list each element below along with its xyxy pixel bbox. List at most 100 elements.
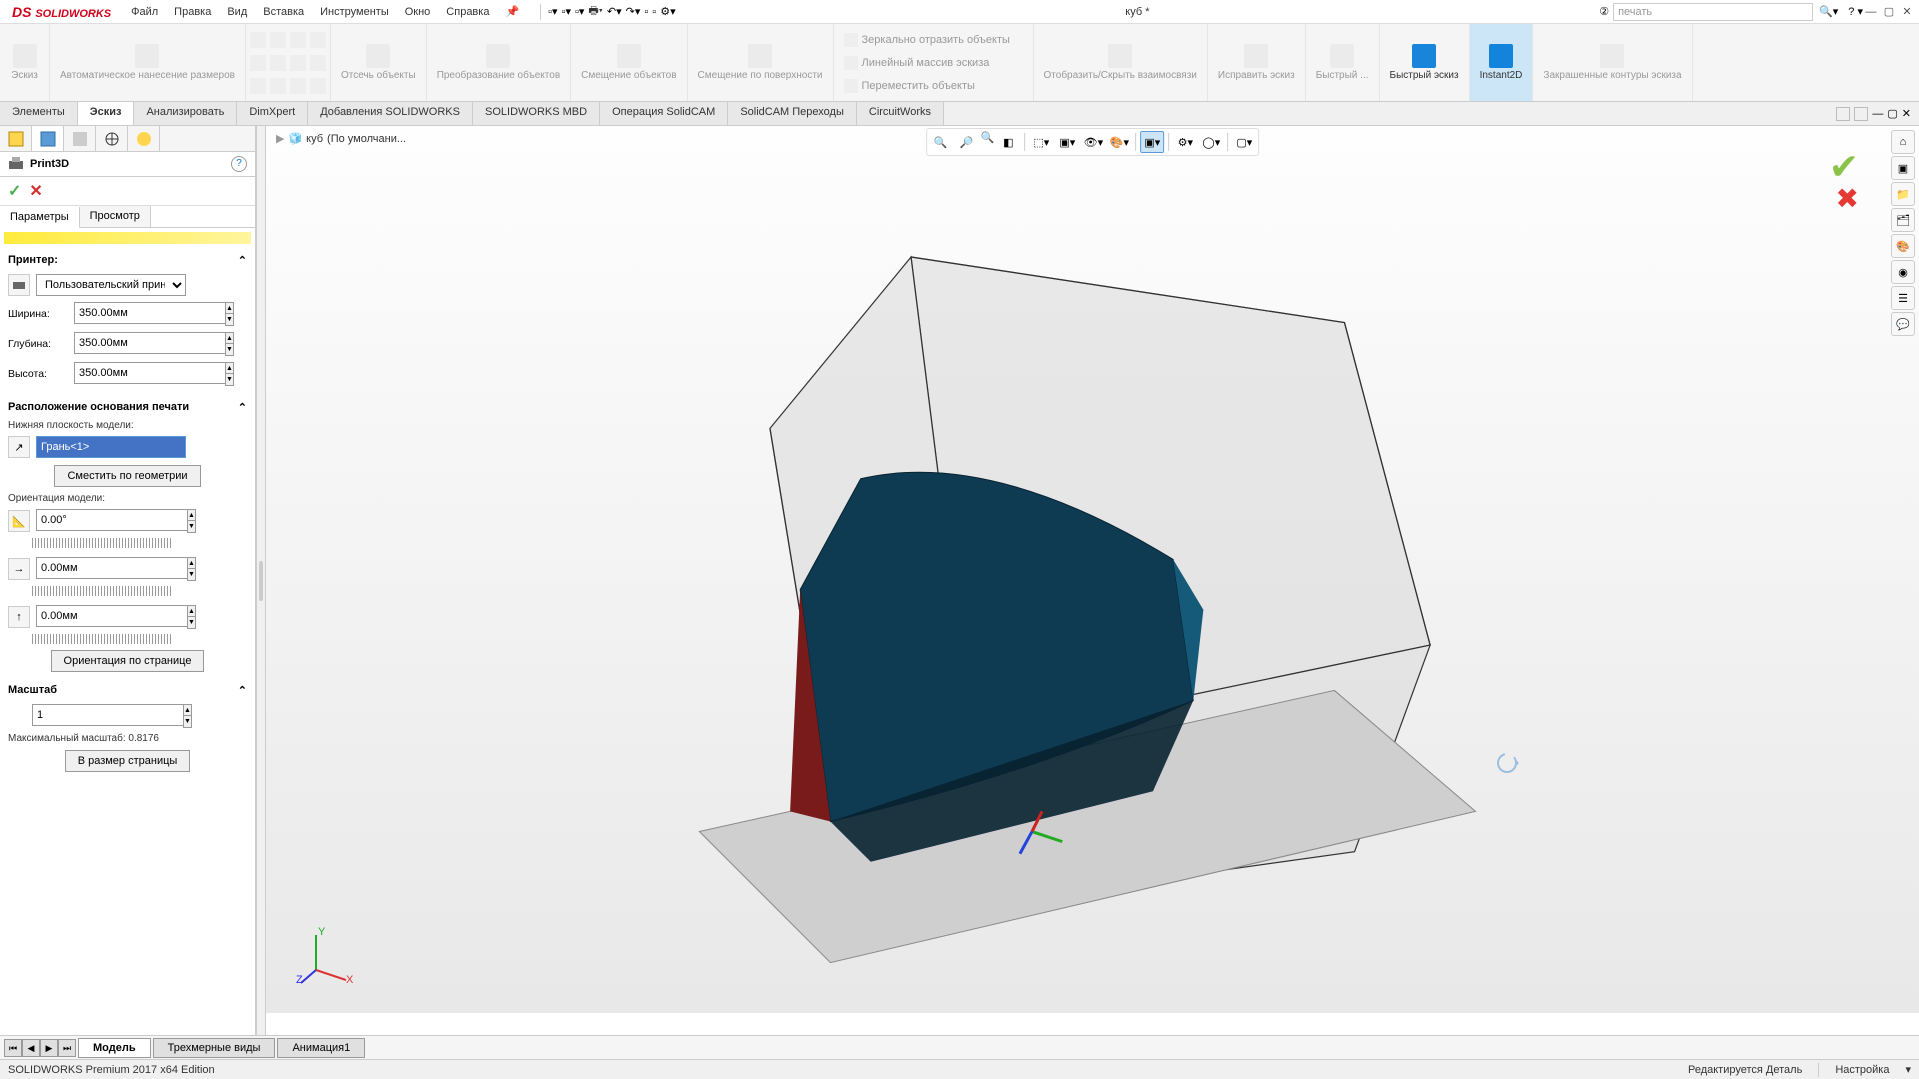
depth-input[interactable]: ▲▼ xyxy=(74,332,224,356)
flip-face-icon[interactable]: ↗ xyxy=(8,436,30,458)
menu-window[interactable]: Окно xyxy=(397,6,439,18)
ribbon-sketch[interactable]: Эскиз xyxy=(0,24,50,101)
pm-subtab-params[interactable]: Параметры xyxy=(0,207,80,228)
printer-select[interactable]: Пользовательский прин xyxy=(36,274,186,296)
section-print-base-collapse-icon[interactable]: ⌃ xyxy=(238,401,247,414)
search-icon[interactable]: 🔍▾ xyxy=(1819,5,1838,18)
taskpane-resources-icon[interactable]: ▣ xyxy=(1891,156,1915,180)
tab-sketch[interactable]: Эскиз xyxy=(78,102,135,125)
ribbon-auto-dimension[interactable]: Автоматическое нанесение размеров xyxy=(50,24,246,101)
minimize-icon[interactable]: — xyxy=(1863,4,1879,20)
zoom-area-icon[interactable]: 🔎 xyxy=(955,131,979,153)
menu-help[interactable]: Справка xyxy=(438,6,497,18)
ellipse-icon[interactable] xyxy=(270,78,286,94)
tab-window-icon[interactable] xyxy=(1854,107,1868,121)
tab-minimize-icon[interactable]: — xyxy=(1872,108,1883,120)
tab-restore-icon[interactable]: ▢ xyxy=(1887,107,1897,120)
tab-dimxpert[interactable]: DimXpert xyxy=(237,102,308,125)
taskpane-home-icon[interactable]: ⌂ xyxy=(1891,130,1915,154)
height-down-icon[interactable]: ▼ xyxy=(226,374,233,385)
line-icon[interactable] xyxy=(250,32,266,48)
qat-options-icon[interactable]: ⚙▾ xyxy=(660,5,675,18)
ribbon-quick-sketch[interactable]: Быстрый эскиз xyxy=(1380,24,1470,101)
angle-up-icon[interactable]: ▲ xyxy=(188,510,195,521)
dy-input[interactable]: ▲▼ xyxy=(36,605,186,629)
qat-save-icon[interactable]: ▫▾ xyxy=(575,5,584,18)
plane-icon[interactable] xyxy=(310,78,326,94)
tab-circuitworks[interactable]: CircuitWorks xyxy=(857,102,944,125)
height-up-icon[interactable]: ▲ xyxy=(226,363,233,374)
pm-help-icon[interactable]: ? xyxy=(231,156,247,172)
polygon-icon[interactable] xyxy=(290,55,306,71)
angle-input[interactable]: ▲▼ xyxy=(36,509,186,533)
dx-up-icon[interactable]: ▲ xyxy=(188,558,195,569)
close-icon[interactable]: ✕ xyxy=(1899,4,1915,20)
qat-select-icon[interactable]: ▫ xyxy=(644,6,648,18)
scale-up-icon[interactable]: ▲ xyxy=(184,705,191,716)
scale-input[interactable]: ▲▼ xyxy=(32,704,182,728)
angle-slider[interactable] xyxy=(32,538,172,548)
bottom-tab-3dviews[interactable]: Трехмерные виды xyxy=(153,1038,276,1058)
restore-icon[interactable]: ▢ xyxy=(1881,4,1897,20)
view-orientation-icon[interactable]: ⬚▾ xyxy=(1029,131,1053,153)
ribbon-repair[interactable]: Исправить эскиз xyxy=(1208,24,1306,101)
qat-print-icon[interactable]: 🖶▾ xyxy=(588,2,602,21)
ribbon-shaded-contours[interactable]: Закрашенные контуры эскиза xyxy=(1533,24,1692,101)
menu-edit[interactable]: Правка xyxy=(166,6,219,18)
confirm-cancel-icon[interactable]: ✖ xyxy=(1836,182,1859,215)
search-type-icon[interactable]: ② xyxy=(1599,5,1609,18)
height-input[interactable]: ▲▼ xyxy=(74,362,224,386)
width-down-icon[interactable]: ▼ xyxy=(226,314,233,325)
viewport-layout-icon[interactable]: ▢▾ xyxy=(1232,131,1256,153)
dy-slider[interactable] xyxy=(32,634,172,644)
bt-next-icon[interactable]: ▶ xyxy=(40,1039,58,1057)
tab-expand-icon[interactable] xyxy=(1836,107,1850,121)
bottom-tab-animation1[interactable]: Анимация1 xyxy=(277,1038,365,1058)
text-icon[interactable] xyxy=(310,55,326,71)
splitter[interactable] xyxy=(256,126,266,1035)
view-settings-icon[interactable]: ⚙▾ xyxy=(1173,131,1197,153)
depth-down-icon[interactable]: ▼ xyxy=(226,344,233,355)
breadcrumb-doc[interactable]: куб xyxy=(306,133,323,145)
prev-view-icon[interactable]: 🔍 xyxy=(981,131,995,153)
taskpane-file-explorer-icon[interactable]: 🗂 xyxy=(1891,208,1915,232)
status-dropdown-icon[interactable]: ▾ xyxy=(1905,1063,1911,1076)
fm-tab-config-mgr[interactable] xyxy=(64,126,96,151)
angle-down-icon[interactable]: ▼ xyxy=(188,521,195,532)
width-input[interactable]: ▲▼ xyxy=(74,302,224,326)
tab-addins[interactable]: Добавления SOLIDWORKS xyxy=(308,102,473,125)
offset-geometry-button[interactable]: Сместить по геометрии xyxy=(54,465,200,487)
bt-first-icon[interactable]: ⏮ xyxy=(4,1039,22,1057)
menu-view[interactable]: Вид xyxy=(219,6,255,18)
qat-open-icon[interactable]: ▫▾ xyxy=(562,5,571,18)
viewport[interactable]: ▶ 🧊 куб (По умолчани... 🔍 🔎 🔍 ◧ ⬚▾ ▣▾ 👁▾… xyxy=(266,126,1919,1035)
tab-solidcam-op[interactable]: Операция SolidCAM xyxy=(600,102,728,125)
rotate-widget-icon[interactable] xyxy=(1495,751,1519,775)
fm-tab-feature-tree[interactable] xyxy=(0,126,32,151)
search-box[interactable]: печать xyxy=(1613,3,1813,21)
taskpane-appearances-icon[interactable]: ◉ xyxy=(1891,260,1915,284)
ribbon-trim[interactable]: Отсечь объекты xyxy=(331,24,427,101)
hide-show-icon[interactable]: 👁▾ xyxy=(1081,131,1105,153)
dx-down-icon[interactable]: ▼ xyxy=(188,569,195,580)
fm-tab-property-mgr[interactable] xyxy=(32,126,64,151)
tab-mbd[interactable]: SOLIDWORKS MBD xyxy=(473,102,600,125)
section-view-icon[interactable]: ◧ xyxy=(996,131,1020,153)
taskpane-forum-icon[interactable]: 💬 xyxy=(1891,312,1915,336)
dy-down-icon[interactable]: ▼ xyxy=(188,617,195,628)
ribbon-linear-pattern[interactable]: Линейный массив эскиза xyxy=(838,54,1029,72)
ribbon-instant2d[interactable]: Instant2D xyxy=(1470,24,1534,101)
tab-analyze[interactable]: Анализировать xyxy=(134,102,237,125)
fillet-icon[interactable] xyxy=(310,32,326,48)
ribbon-offset[interactable]: Смещение объектов xyxy=(571,24,687,101)
fm-tab-dimxpert-mgr[interactable] xyxy=(96,126,128,151)
pm-ok-icon[interactable]: ✓ xyxy=(8,181,21,201)
ribbon-convert[interactable]: Преобразование объектов xyxy=(427,24,571,101)
menu-tools[interactable]: Инструменты xyxy=(312,6,397,18)
help-dropdown-icon[interactable]: ? ▾ xyxy=(1848,5,1863,18)
menu-pin-icon[interactable]: 📌 xyxy=(497,5,527,18)
width-up-icon[interactable]: ▲ xyxy=(226,303,233,314)
tab-close-icon[interactable]: ✕ xyxy=(1902,107,1911,120)
bottom-tab-model[interactable]: Модель xyxy=(78,1038,151,1058)
taskpane-custom-props-icon[interactable]: ☰ xyxy=(1891,286,1915,310)
